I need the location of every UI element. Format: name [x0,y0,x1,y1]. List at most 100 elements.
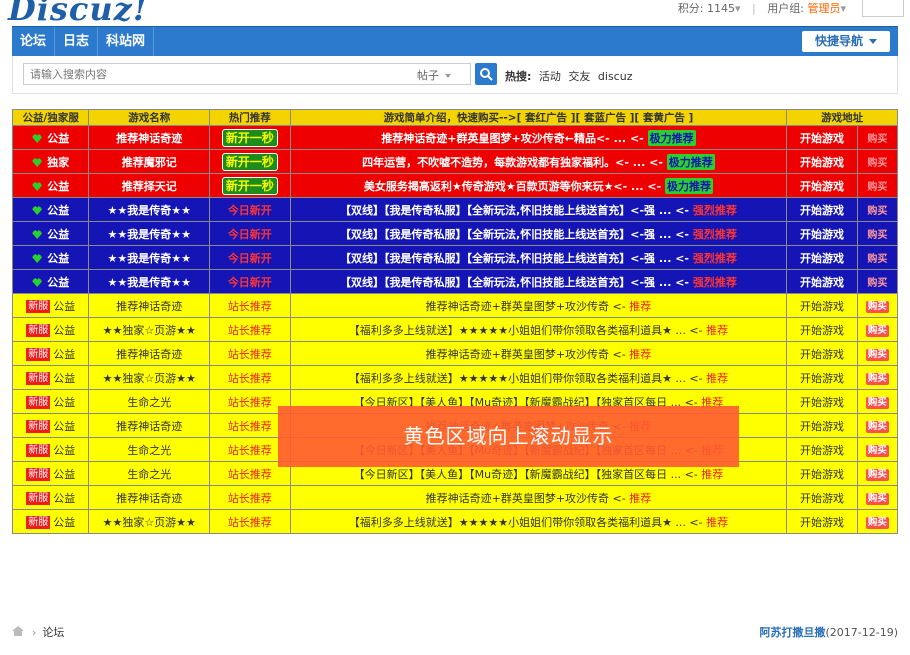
game-name[interactable]: 生命之光 [127,396,171,409]
buy-link[interactable]: 购买 [865,300,889,313]
server-type-cell: 公益 [11,125,90,150]
game-desc[interactable]: 推荐神话奇迹+群英皇图梦+攻沙传奇 <- [426,348,626,361]
game-desc[interactable]: 四年运营，不吹嘘不造势，每款游戏都有独家福利。<- ... <- [362,156,663,169]
scroll-notice-banner: 黄色区域向上滚动显示 [278,406,739,467]
start-game-link[interactable]: 开始游戏 [800,420,844,433]
start-game-link[interactable]: 开始游戏 [800,372,844,385]
start-game-link[interactable]: 开始游戏 [800,324,844,337]
table-row: 独家 推荐魔邪记 新开一秒 四年运营，不吹嘘不造势，每款游戏都有独家福利。<- ...… [11,149,899,174]
buy-link[interactable]: 购买 [867,206,887,217]
game-name[interactable]: ★★我是传奇★★ [108,204,191,217]
home-icon[interactable] [12,626,24,636]
table-row: 公益 推荐神话奇迹 新开一秒 推荐神话奇迹+群英皇图梦+攻沙传奇←精品<- ... <… [11,125,899,150]
group-value[interactable]: 管理员 [807,2,840,15]
buy-link[interactable]: 购买 [865,396,889,409]
game-desc[interactable]: 推荐神话奇迹+群英皇图梦+攻沙传奇 <- [426,492,626,505]
server-type-cell: 公益 [11,173,90,198]
buy-link[interactable]: 购买 [867,230,887,241]
buy-link[interactable]: 购买 [865,444,889,457]
start-game-link[interactable]: 开始游戏 [800,204,844,217]
game-name[interactable]: 生命之光 [127,468,171,481]
game-desc[interactable]: 推荐神话奇迹+群英皇图梦+攻沙传奇 <- [426,300,626,313]
server-type: 公益 [53,323,76,337]
game-desc[interactable]: 【福利多多上线就送】★★★★★小姐姐们带你领取各类福利道具★ ... <- [349,516,703,529]
quick-nav-button[interactable]: 快捷导航 [802,31,890,52]
game-desc[interactable]: 【双线】【我是传奇私服】【全新玩法,怀旧技能上线送首充】<-强 ... <- [340,228,689,241]
start-game-link[interactable]: 开始游戏 [800,156,844,169]
search-input[interactable] [23,63,471,85]
tab-blog[interactable]: 日志 [55,27,99,56]
start-game-link[interactable]: 开始游戏 [800,468,844,481]
start-game-link[interactable]: 开始游戏 [800,444,844,457]
author-name[interactable]: 阿苏打撒旦撒 [759,626,825,639]
game-name[interactable]: 推荐神话奇迹 [116,492,182,505]
game-name[interactable]: 推荐神话奇迹 [116,420,182,433]
start-game-link[interactable]: 开始游戏 [800,180,844,193]
start-game-link[interactable]: 开始游戏 [800,348,844,361]
game-name[interactable]: 推荐择天记 [122,180,177,193]
buy-link[interactable]: 购买 [865,348,889,361]
buy-link[interactable]: 购买 [867,254,887,265]
server-type: 公益 [47,203,70,217]
game-name[interactable]: 推荐魔邪记 [122,156,177,169]
start-game-link[interactable]: 开始游戏 [800,300,844,313]
server-type: 公益 [53,395,76,409]
hot-keyword[interactable]: 交友 [568,70,590,83]
search-type-select[interactable]: 帖子 [417,67,451,83]
buy-link[interactable]: 购买 [867,134,887,145]
start-game-link[interactable]: 开始游戏 [800,492,844,505]
start-game-link[interactable]: 开始游戏 [800,132,844,145]
points-label[interactable]: 积分: 1145 [678,2,735,15]
search-button[interactable] [475,63,497,85]
game-table: 公益/独家服 游戏名称 热门推荐 游戏简单介绍，快速购买-->[ 套红广告 ][… [11,109,899,534]
game-desc[interactable]: 【福利多多上线就送】★★★★★小姐姐们带你领取各类福利道具★ ... <- [349,324,703,337]
game-name[interactable]: 推荐神话奇迹 [116,300,182,313]
buy-link[interactable]: 购买 [865,492,889,505]
start-game-link[interactable]: 开始游戏 [800,228,844,241]
start-game-link[interactable]: 开始游戏 [800,516,844,529]
game-desc[interactable]: 【双线】【我是传奇私服】【全新玩法,怀旧技能上线送首充】<-强 ... <- [340,204,689,217]
tab-forum[interactable]: 论坛 [12,27,56,56]
start-game-link[interactable]: 开始游戏 [800,252,844,265]
buy-cell: 购买 [856,245,899,270]
header-box[interactable] [862,0,904,17]
game-desc[interactable]: 【福利多多上线就送】★★★★★小姐姐们带你领取各类福利道具★ ... <- [349,372,703,385]
desc-cell: 【双线】【我是传奇私服】【全新玩法,怀旧技能上线送首充】<-强 ... <- 强… [289,269,788,294]
game-desc[interactable]: 美女服务揭高返利★传奇游戏★百款页游等你来玩★<- ... <- [364,180,661,193]
game-name[interactable]: 推荐神话奇迹 [116,348,182,361]
new-server-badge: 新服 [26,396,51,409]
table-row: 新服公益推荐神话奇迹站长推荐推荐神话奇迹+群英皇图梦+攻沙传奇 <- 推荐开始游… [11,293,899,318]
game-name[interactable]: 生命之光 [127,444,171,457]
game-name[interactable]: ★★我是传奇★★ [108,252,191,265]
game-name[interactable]: ★★独家☆页游★★ [103,372,196,385]
game-name[interactable]: ★★我是传奇★★ [108,228,191,241]
game-name[interactable]: ★★独家☆页游★★ [103,324,196,337]
hot-keyword[interactable]: 活动 [539,70,561,83]
hot-keyword[interactable]: discuz [598,70,633,83]
buy-link[interactable]: 购买 [865,324,889,337]
game-desc[interactable]: 【今日新区】【美人鱼】【Mu奇迹】【新魔霸战纪】【独家首区每日 ... <- [354,468,698,481]
buy-link[interactable]: 购买 [867,182,887,193]
start-game-link[interactable]: 开始游戏 [800,276,844,289]
server-type: 公益 [53,419,76,433]
tab-site[interactable]: 科站网 [98,27,155,56]
buy-link[interactable]: 购买 [867,278,887,289]
breadcrumb-forum[interactable]: 论坛 [42,626,64,639]
hot-label: 站长推荐 [227,323,272,337]
game-desc[interactable]: 【双线】【我是传奇私服】【全新玩法,怀旧技能上线送首充】<-强 ... <- [340,276,689,289]
game-name[interactable]: ★★独家☆页游★★ [103,516,196,529]
table-row: 新服 公益 ★★独家☆页游★★ 站长推荐 【福利多多上线就送】★★★★★小姐姐们带你领取… [11,317,899,342]
buy-link[interactable]: 购买 [865,372,889,385]
col-desc-header: 游戏简单介绍，快速购买-->[ 套红广告 ][ 套蓝广告 ][ 套黄广告 ] [289,109,788,126]
game-desc[interactable]: 推荐神话奇迹+群英皇图梦+攻沙传奇←精品<- ... <- [381,132,643,145]
buy-link[interactable]: 购买 [865,516,889,529]
start-game-link[interactable]: 开始游戏 [800,396,844,409]
buy-link[interactable]: 购买 [867,158,887,169]
game-name[interactable]: 推荐神话奇迹 [116,132,182,145]
buy-link[interactable]: 购买 [865,420,889,433]
site-logo[interactable]: Discuz! [8,0,148,28]
buy-link[interactable]: 购买 [865,468,889,481]
game-desc[interactable]: 【双线】【我是传奇私服】【全新玩法,怀旧技能上线送首充】<-强 ... <- [340,252,689,265]
server-type-cell: 新服 公益 [11,461,90,486]
game-name[interactable]: ★★我是传奇★★ [108,276,191,289]
